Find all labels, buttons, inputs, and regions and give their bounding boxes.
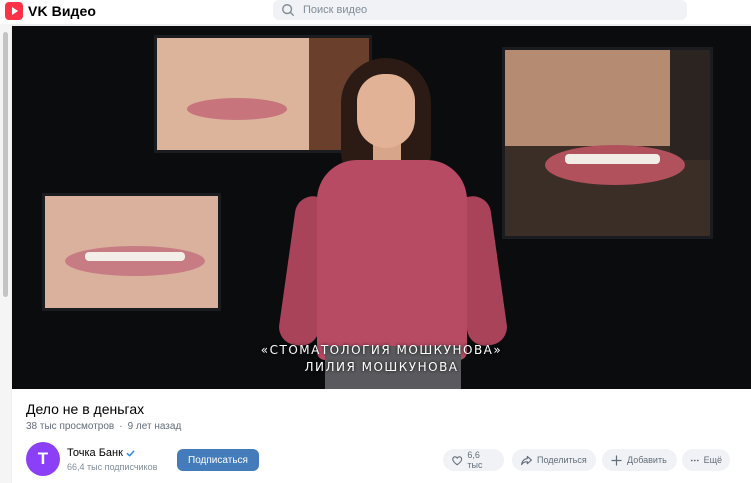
smile-frame-man: [505, 50, 710, 236]
more-label: Ещё: [703, 455, 722, 465]
heart-icon: [452, 455, 463, 465]
scrollbar-thumb[interactable]: [3, 32, 8, 297]
teeth-shape: [85, 252, 185, 261]
top-bar: VK Видео: [0, 0, 751, 24]
share-button[interactable]: Поделиться: [512, 449, 596, 471]
video-card: «СТОМАТОЛОГИЯ МОШКУНОВА» ЛИЛИЯ МОШКУНОВА…: [12, 26, 751, 483]
channel-name[interactable]: Точка Банк: [67, 447, 123, 459]
hair-shape: [670, 50, 710, 160]
scrollbar[interactable]: [0, 24, 11, 483]
presenter-figure: [276, 56, 510, 389]
like-button[interactable]: 6,6 тыс: [443, 449, 504, 471]
more-dots-icon: [690, 459, 699, 461]
video-player[interactable]: «СТОМАТОЛОГИЯ МОШКУНОВА» ЛИЛИЯ МОШКУНОВА: [12, 26, 751, 389]
subscriber-count: 66,4 тыс подписчиков: [67, 462, 158, 472]
vk-video-logo[interactable]: VK Видео: [5, 2, 96, 20]
channel-name-link[interactable]: Точка Банк: [67, 447, 135, 459]
search-input[interactable]: [303, 4, 663, 16]
more-button[interactable]: Ещё: [682, 449, 730, 471]
smile-frame-teeth: [45, 196, 218, 308]
mouth-shape: [545, 145, 685, 185]
video-caption: «СТОМАТОЛОГИЯ МОШКУНОВА» ЛИЛИЯ МОШКУНОВА: [12, 342, 751, 376]
play-logo-icon: [5, 2, 23, 20]
view-count: 38 тыс просмотров: [26, 421, 115, 432]
caption-line-1: «СТОМАТОЛОГИЯ МОШКУНОВА»: [260, 343, 503, 357]
verified-icon: [126, 450, 135, 456]
plus-icon: [611, 454, 622, 466]
face-shape: [357, 74, 415, 148]
like-count: 6,6 тыс: [467, 450, 483, 470]
add-button[interactable]: Добавить: [602, 449, 677, 471]
channel-avatar[interactable]: Т: [26, 442, 60, 476]
search-box[interactable]: [273, 0, 687, 20]
subscribe-button[interactable]: Подписаться: [177, 449, 259, 471]
shirt-shape: [317, 160, 467, 360]
share-label: Поделиться: [537, 455, 587, 465]
add-label: Добавить: [627, 455, 667, 465]
share-icon: [521, 455, 532, 465]
meta-separator: ·: [119, 421, 123, 432]
video-title: Дело не в деньгах: [26, 401, 145, 417]
upload-age: 9 лет назад: [127, 421, 182, 432]
lips-shape: [187, 98, 287, 120]
search-icon: [282, 4, 294, 16]
teeth-shape: [565, 154, 660, 164]
video-meta: 38 тыс просмотров · 9 лет назад: [26, 421, 181, 432]
caption-line-2: ЛИЛИЯ МОШКУНОВА: [304, 360, 459, 374]
app-name: VK Видео: [28, 3, 97, 19]
lips-shape: [65, 246, 205, 276]
